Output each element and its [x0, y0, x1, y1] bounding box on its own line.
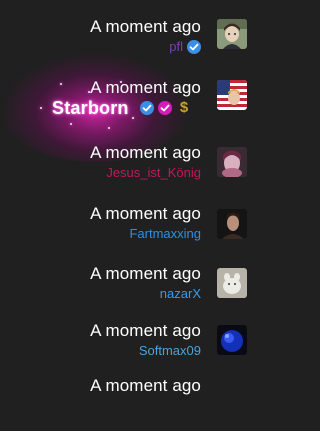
- timestamp: A moment ago: [90, 264, 201, 283]
- username-link[interactable]: Fartmaxxing: [129, 225, 201, 243]
- anime-portrait-avatar[interactable]: [217, 19, 247, 49]
- timestamp: A moment ago: [90, 17, 201, 36]
- verified-icon: [187, 40, 201, 54]
- username-link[interactable]: Jesus_ist_König: [106, 164, 201, 182]
- sparkle: [70, 123, 72, 125]
- feed-item: A moment ago Jesus_ist_König: [0, 142, 265, 198]
- us-flag-avatar[interactable]: [217, 80, 247, 110]
- sparkle: [132, 117, 134, 119]
- feed-item: A moment ago Fartmaxxing: [0, 203, 265, 259]
- user-meta: nazarX: [160, 285, 201, 303]
- timestamp: A moment ago: [90, 321, 201, 340]
- sparkle: [40, 107, 42, 109]
- verified-icon: [140, 101, 154, 115]
- timestamp: A moment ago: [90, 204, 201, 223]
- user-meta: Softmax09: [139, 342, 201, 360]
- dollar-icon: $: [179, 99, 189, 116]
- user-meta: Fartmaxxing: [129, 225, 201, 243]
- feed-item-featured: A moment ago Starborn $: [0, 52, 265, 162]
- sparkle: [60, 83, 62, 85]
- username-link[interactable]: Starborn: [52, 97, 129, 119]
- timestamp: A moment ago: [90, 376, 201, 395]
- user-meta: Jesus_ist_König: [106, 164, 201, 182]
- heart-badge-icon: [158, 101, 172, 115]
- feed-item: A moment ago: [0, 375, 265, 431]
- feed-item: A moment ago nazarX: [0, 263, 265, 319]
- user-meta: pfl: [169, 38, 201, 56]
- username-link[interactable]: nazarX: [160, 285, 201, 303]
- pink-portrait-avatar[interactable]: [217, 147, 247, 177]
- comment-feed: A moment ago pfl A moment ago Starborn $…: [0, 0, 265, 395]
- white-animal-avatar[interactable]: [217, 268, 247, 298]
- sparkle: [108, 127, 110, 129]
- username-link[interactable]: Softmax09: [139, 342, 201, 360]
- badge-group: $: [140, 100, 192, 116]
- feed-item: A moment ago Softmax09: [0, 320, 265, 376]
- blue-orb-avatar[interactable]: [217, 325, 247, 355]
- username-link[interactable]: pfl: [169, 38, 183, 56]
- timestamp: A moment ago: [90, 78, 201, 97]
- dark-portrait-avatar[interactable]: [217, 209, 247, 239]
- timestamp: A moment ago: [90, 143, 201, 162]
